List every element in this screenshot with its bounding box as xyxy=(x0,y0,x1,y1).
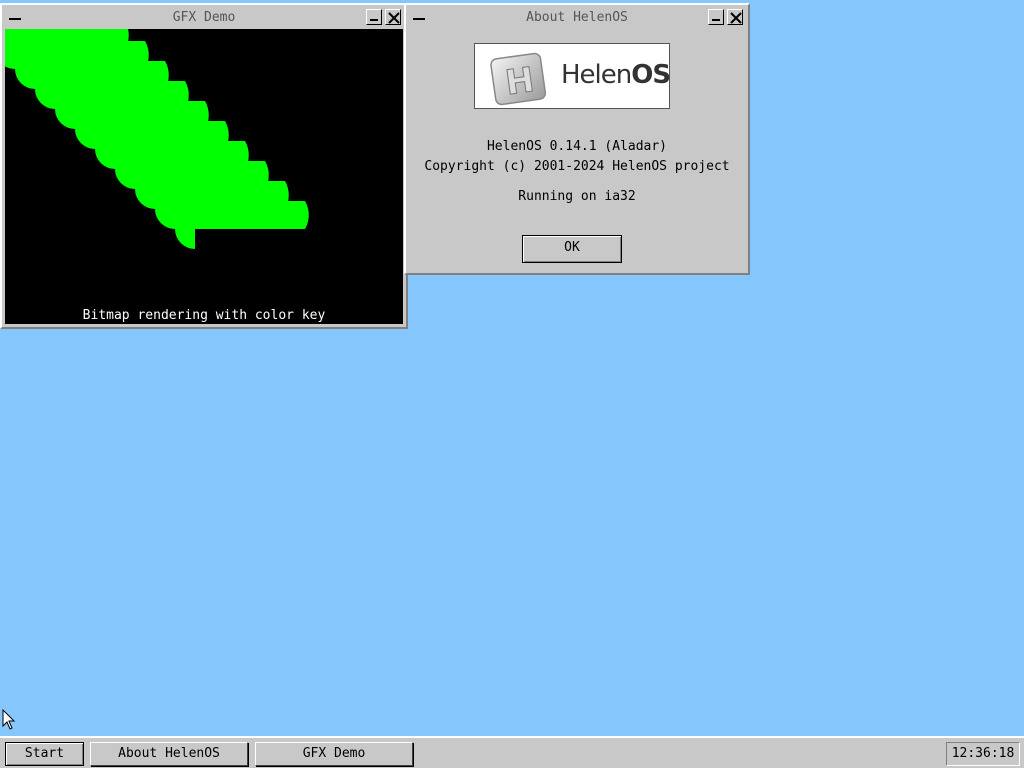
bitmap-scallop xyxy=(305,201,309,229)
bitmap-rendering xyxy=(5,29,309,249)
copyright-text: Copyright (c) 2001-2024 HelenOS project xyxy=(424,159,730,174)
taskbar: Start About HelenOS GFX Demo 12:36:18 xyxy=(0,736,1024,768)
bitmap-scallop xyxy=(155,209,175,229)
bitmap-scallop xyxy=(75,129,95,149)
bitmap-scallop xyxy=(175,229,195,249)
close-icon xyxy=(730,12,742,24)
version-text: HelenOS 0.14.1 (Aladar) xyxy=(486,139,667,154)
bitmap-scallop xyxy=(15,69,35,89)
taskbar-button-gfx-demo[interactable]: GFX Demo xyxy=(255,742,413,766)
about-window[interactable]: About HelenOS H HelenOS HelenOS 0.14.1 (… xyxy=(404,3,750,275)
svg-text:H: H xyxy=(503,60,537,104)
bitmap-scallop xyxy=(35,89,55,109)
window-title: GFX Demo xyxy=(172,10,236,25)
bitmap-scallop xyxy=(95,149,115,169)
close-icon xyxy=(388,12,400,24)
ok-button[interactable]: OK xyxy=(522,235,622,263)
start-button[interactable]: Start xyxy=(5,742,84,766)
logo-text: HelenOS xyxy=(561,60,671,90)
helenos-logo-icon: H xyxy=(490,52,547,106)
bitmap-scallop xyxy=(115,169,135,189)
minimize-button[interactable] xyxy=(708,9,724,25)
mouse-pointer-icon xyxy=(2,709,16,730)
clock: 12:36:18 xyxy=(946,742,1020,766)
about-titlebar[interactable]: About HelenOS xyxy=(408,7,746,29)
bitmap-band xyxy=(175,201,305,229)
gfx-demo-titlebar[interactable]: GFX Demo xyxy=(4,7,404,29)
demo-caption: Bitmap rendering with color key xyxy=(82,308,326,323)
minimize-button[interactable] xyxy=(366,9,382,25)
bitmap-scallop xyxy=(5,49,15,69)
platform-text: Running on ia32 xyxy=(518,189,636,204)
close-button[interactable] xyxy=(727,9,743,25)
gfx-demo-window[interactable]: GFX Demo Bitmap rendering with color key xyxy=(0,3,408,329)
taskbar-button-about[interactable]: About HelenOS xyxy=(90,742,248,766)
helenos-logo: H HelenOS xyxy=(474,43,671,109)
bitmap-scallop xyxy=(55,109,75,129)
close-button[interactable] xyxy=(385,9,401,25)
window-title: About HelenOS xyxy=(526,10,628,25)
bitmap-scallop xyxy=(135,189,155,209)
gfx-canvas: Bitmap rendering with color key xyxy=(5,29,403,324)
